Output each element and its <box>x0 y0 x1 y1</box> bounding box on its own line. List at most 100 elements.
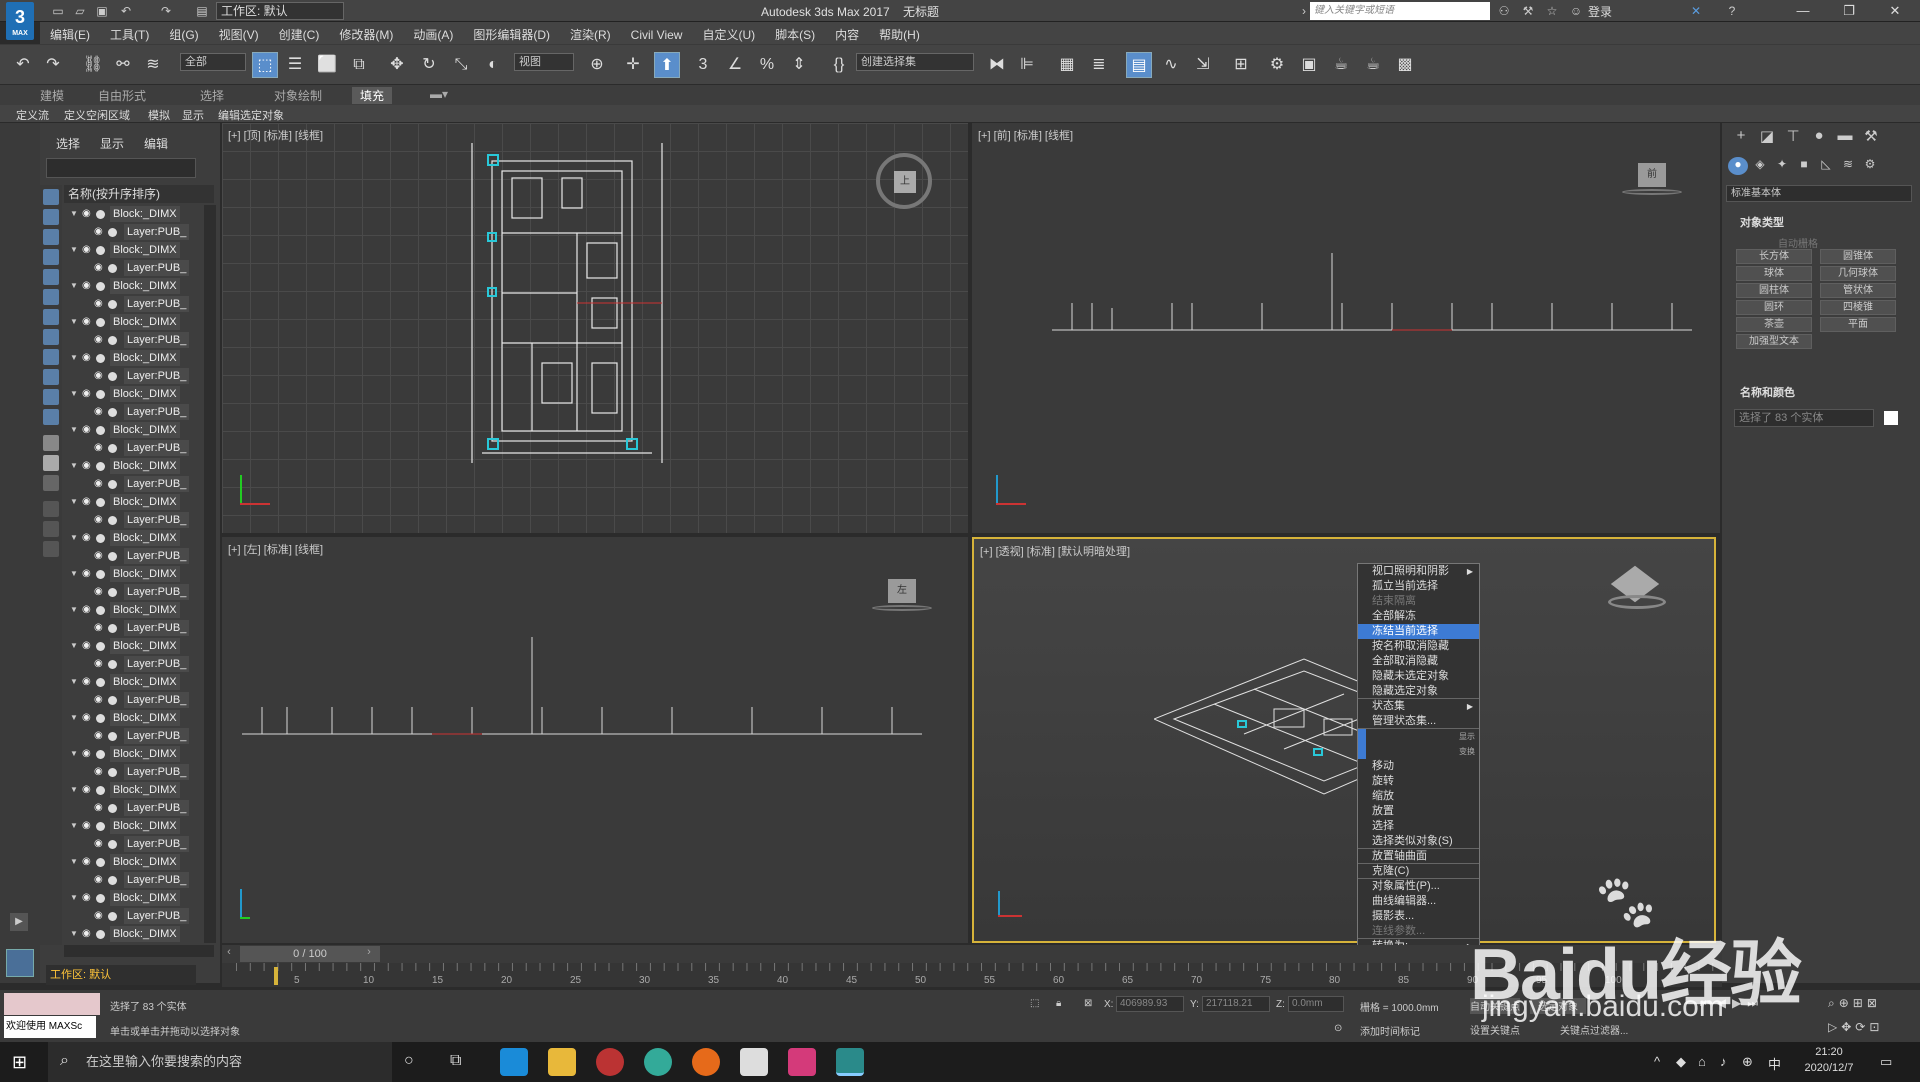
visibility-eye-icon[interactable]: ◉ <box>94 763 103 781</box>
block-row[interactable]: ▼ ◉ Block:_DIMX <box>64 709 204 727</box>
exchange-icon[interactable]: ✕ <box>1688 3 1704 19</box>
filter-geometry-icon[interactable] <box>43 189 59 205</box>
visibility-eye-icon[interactable]: ◉ <box>82 421 91 439</box>
percent-snap-icon[interactable]: % <box>754 52 780 78</box>
place-icon[interactable]: ◐ <box>480 52 506 78</box>
primitive-button[interactable]: 长方体 <box>1736 249 1812 264</box>
layer-row[interactable]: ◉ Layer:PUB_ <box>64 547 204 565</box>
collapse-toggle-icon[interactable]: ▼ <box>70 421 78 439</box>
toggle-ribbon-icon[interactable]: ▤ <box>1126 52 1152 78</box>
menu-content[interactable]: 内容 <box>825 22 869 44</box>
current-frame-marker[interactable] <box>274 967 278 985</box>
freeze-toggle-icon[interactable] <box>96 426 105 435</box>
collapse-toggle-icon[interactable]: ▼ <box>70 349 78 367</box>
layer-row[interactable]: ◉ Layer:PUB_ <box>64 835 204 853</box>
freeze-toggle-icon[interactable] <box>108 552 117 561</box>
visibility-eye-icon[interactable]: ◉ <box>94 475 103 493</box>
viewcube-top[interactable]: 上 <box>876 153 932 209</box>
layer-row[interactable]: ◉ Layer:PUB_ <box>64 403 204 421</box>
menu-modifiers[interactable]: 修改器(M) <box>329 22 403 44</box>
spinner-snap-icon[interactable]: ⇕ <box>786 52 812 78</box>
new-file-icon[interactable]: ▭ <box>50 3 66 19</box>
viewport-front-label[interactable]: [+] [前] [标准] [线框] <box>978 127 1073 143</box>
freeze-toggle-icon[interactable] <box>96 462 105 471</box>
login-button[interactable]: 登录 <box>1588 3 1612 20</box>
viewcube-left[interactable]: 左 <box>888 579 916 603</box>
explorer-search-input[interactable] <box>46 158 196 178</box>
define-idle-areas-button[interactable]: 定义空闲区域 <box>64 107 130 123</box>
collapse-toggle-icon[interactable]: ▼ <box>70 781 78 799</box>
primitive-button[interactable]: 圆锥体 <box>1820 249 1896 264</box>
collapse-toggle-icon[interactable]: ▼ <box>70 277 78 295</box>
visibility-eye-icon[interactable]: ◉ <box>94 907 103 925</box>
save-icon[interactable]: ▣ <box>94 3 110 19</box>
help-icon[interactable]: ? <box>1724 3 1740 19</box>
filter-xrefs-icon[interactable] <box>43 329 59 345</box>
freeze-toggle-icon[interactable] <box>96 606 105 615</box>
freeze-toggle-icon[interactable] <box>96 894 105 903</box>
render-production-icon[interactable]: ☕ <box>1328 52 1354 78</box>
block-row[interactable]: ▼ ◉ Block:_DIMX <box>64 745 204 763</box>
tray-overflow-icon[interactable]: ^ <box>1654 1054 1660 1069</box>
visibility-eye-icon[interactable]: ◉ <box>94 439 103 457</box>
viewport-front[interactable]: [+] [前] [标准] [线框] 前 <box>972 123 1720 533</box>
geometry-icon[interactable]: ● <box>1728 157 1748 175</box>
context-menu-item[interactable]: 对象属性(P)... <box>1358 879 1479 894</box>
context-menu-item[interactable]: 视口照明和阴影 ▶ <box>1358 564 1479 579</box>
explorer-horizontal-scrollbar[interactable] <box>64 945 214 957</box>
select-object-icon[interactable]: ⬚ <box>252 52 278 78</box>
collapse-toggle-icon[interactable]: ▼ <box>70 457 78 475</box>
viewcube-top-face[interactable]: 上 <box>894 171 916 193</box>
collapse-toggle-icon[interactable]: ▼ <box>70 601 78 619</box>
z-coord-field[interactable]: 0.0mm <box>1288 996 1344 1012</box>
collapse-toggle-icon[interactable]: ▼ <box>70 637 78 655</box>
spacewarps-icon[interactable]: ≋ <box>1838 157 1858 175</box>
block-row[interactable]: ▼ ◉ Block:_DIMX <box>64 349 204 367</box>
toggle-scene-explorer-icon[interactable]: ≣ <box>1086 52 1112 78</box>
context-menu-item[interactable]: 全部取消隐藏 <box>1358 654 1479 669</box>
visibility-eye-icon[interactable]: ◉ <box>94 583 103 601</box>
freeze-toggle-icon[interactable] <box>108 408 117 417</box>
block-row[interactable]: ▼ ◉ Block:_DIMX <box>64 493 204 511</box>
filter-bones-icon[interactable] <box>43 349 59 365</box>
layer-row[interactable]: ◉ Layer:PUB_ <box>64 655 204 673</box>
viewport-left[interactable]: [+] [左] [标准] [线框] 左 <box>222 537 968 943</box>
freeze-toggle-icon[interactable] <box>96 282 105 291</box>
layer-row[interactable]: ◉ Layer:PUB_ <box>64 259 204 277</box>
redo-icon[interactable]: ↷ <box>158 3 174 19</box>
find-case-icon[interactable] <box>43 501 59 517</box>
3dsmax-taskbar-icon[interactable] <box>836 1048 864 1076</box>
visibility-eye-icon[interactable]: ◉ <box>82 889 91 907</box>
collapse-toggle-icon[interactable]: ▼ <box>70 925 78 943</box>
menu-scripting[interactable]: 脚本(S) <box>765 22 825 44</box>
absolute-mode-icon[interactable]: ⊠ <box>1084 998 1092 1009</box>
display-all-icon[interactable] <box>43 435 59 451</box>
hierarchy-tab-icon[interactable]: ⊤ <box>1782 127 1804 147</box>
menu-tools[interactable]: 工具(T) <box>100 22 159 44</box>
freeze-toggle-icon[interactable] <box>108 912 117 921</box>
context-menu-item[interactable]: 摄影表... <box>1358 909 1479 924</box>
menu-views[interactable]: 视图(V) <box>209 22 269 44</box>
filter-groups-icon[interactable] <box>43 309 59 325</box>
visibility-eye-icon[interactable]: ◉ <box>82 277 91 295</box>
pivot-center-icon[interactable]: ⊕ <box>584 52 610 78</box>
visibility-eye-icon[interactable]: ◉ <box>82 853 91 871</box>
block-row[interactable]: ▼ ◉ Block:_DIMX <box>64 529 204 547</box>
block-row[interactable]: ▼ ◉ Block:_DIMX <box>64 385 204 403</box>
visibility-eye-icon[interactable]: ◉ <box>82 349 91 367</box>
visibility-eye-icon[interactable]: ◉ <box>82 457 91 475</box>
primitive-button[interactable]: 管状体 <box>1820 283 1896 298</box>
menu-graph-editors[interactable]: 图形编辑器(D) <box>463 22 560 44</box>
visibility-eye-icon[interactable]: ◉ <box>94 259 103 277</box>
freeze-toggle-icon[interactable] <box>108 336 117 345</box>
schematic-view-icon[interactable]: ⇲ <box>1190 52 1216 78</box>
freeze-toggle-icon[interactable] <box>108 768 117 777</box>
layer-row[interactable]: ◉ Layer:PUB_ <box>64 367 204 385</box>
menu-rendering[interactable]: 渲染(R) <box>560 22 621 44</box>
collapse-toggle-icon[interactable]: ▼ <box>70 493 78 511</box>
object-color-swatch[interactable] <box>1884 411 1898 425</box>
freeze-toggle-icon[interactable] <box>96 642 105 651</box>
visibility-eye-icon[interactable]: ◉ <box>94 367 103 385</box>
layer-explorer-icon[interactable]: ▦ <box>1054 52 1080 78</box>
tab-object-paint[interactable]: 对象绘制 <box>274 87 322 104</box>
